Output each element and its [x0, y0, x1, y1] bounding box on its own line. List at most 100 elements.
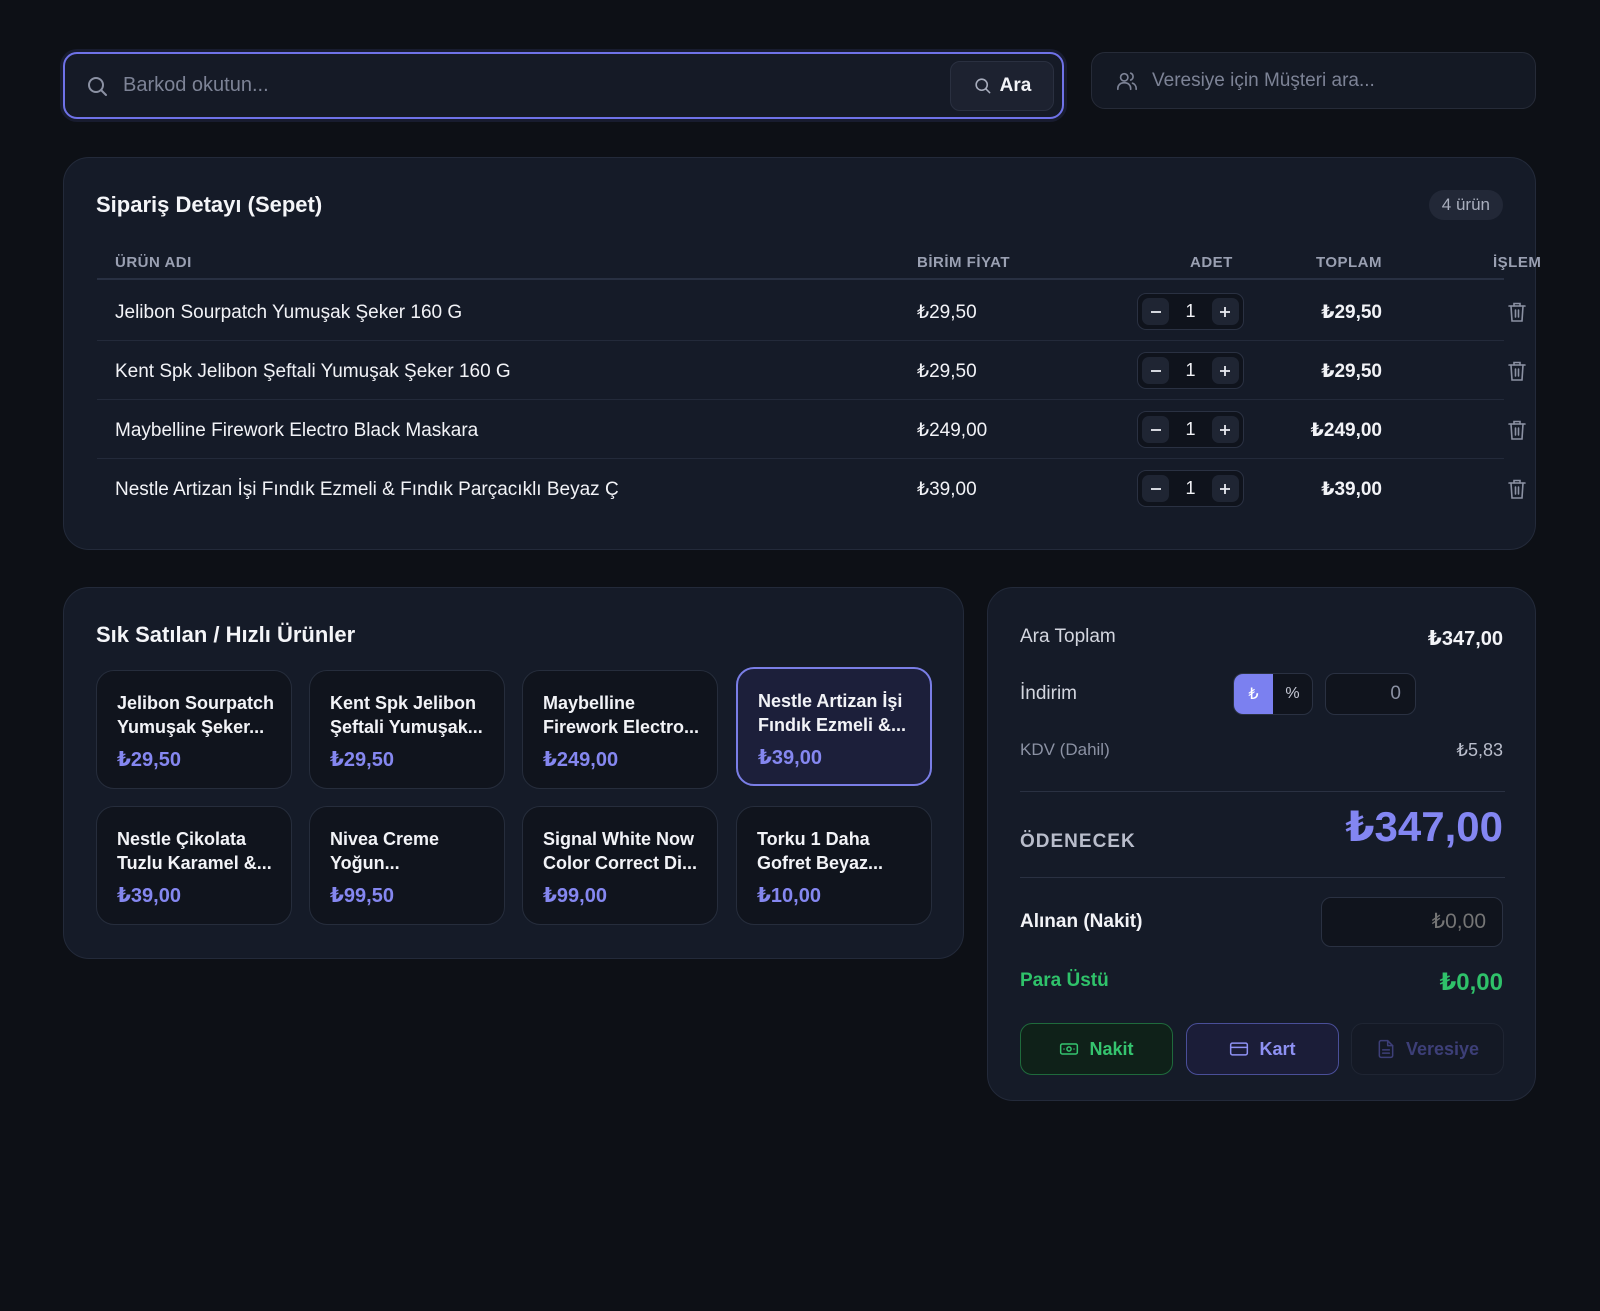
item-count-badge: 4 ürün — [1428, 190, 1503, 220]
customer-search-input[interactable] — [1152, 69, 1535, 92]
quick-product-price: ₺39,00 — [117, 885, 181, 907]
column-header-action: İŞLEM — [1493, 254, 1542, 271]
column-header-qty: ADET — [1190, 254, 1233, 271]
search-icon — [88, 76, 107, 96]
decrease-quantity-button[interactable] — [1142, 298, 1169, 325]
product-name: Jelibon Sourpatch Yumuşak Şeker 160 G — [115, 302, 463, 323]
quick-product-name: Signal White Now Color Correct Di... — [543, 829, 698, 873]
discount-label: İndirim — [1020, 683, 1078, 704]
amount-due-label: ÖDENECEK — [1020, 831, 1136, 852]
plus-icon — [1220, 424, 1231, 435]
search-button-label: Ara — [999, 74, 1032, 96]
product-name: Kent Spk Jelibon Şeftali Yumuşak Şeker 1… — [115, 361, 511, 382]
users-icon — [1117, 71, 1137, 90]
barcode-input[interactable] — [123, 74, 950, 97]
table-row: Jelibon Sourpatch Yumuşak Şeker 160 G ₺2… — [97, 282, 1526, 341]
barcode-search-box: Ara — [63, 52, 1064, 119]
increase-quantity-button[interactable] — [1211, 416, 1239, 443]
discount-currency-option[interactable]: ₺ — [1234, 674, 1273, 714]
increase-quantity-button[interactable] — [1211, 357, 1239, 384]
unit-price: ₺249,00 — [917, 420, 988, 441]
discount-input[interactable] — [1325, 673, 1416, 715]
tax-label: KDV (Dahil) — [1020, 740, 1110, 759]
tax-value: ₺5,83 — [1456, 740, 1504, 760]
change-label: Para Üstü — [1020, 970, 1109, 991]
quick-product-price: ₺10,00 — [757, 885, 821, 907]
quick-product-tile-selected[interactable]: Nestle Artizan İşi Fındık Ezmeli &... ₺3… — [736, 667, 932, 786]
unit-price: ₺29,50 — [917, 361, 977, 382]
pay-card-label: Kart — [1259, 1038, 1296, 1059]
search-icon — [975, 78, 991, 94]
cash-received-input[interactable] — [1321, 897, 1503, 947]
quick-product-tile[interactable]: Jelibon Sourpatch Yumuşak Şeker... ₺29,5… — [96, 670, 292, 789]
trash-icon[interactable] — [1507, 419, 1527, 441]
quantity-value: 1 — [1185, 419, 1196, 439]
quantity-value: 1 — [1185, 478, 1196, 498]
trash-icon[interactable] — [1507, 360, 1527, 382]
line-total: ₺29,50 — [1321, 361, 1382, 382]
product-name: Nestle Artizan İşi Fındık Ezmeli & Fındı… — [115, 479, 619, 500]
subtotal-value: ₺347,00 — [1427, 628, 1503, 650]
table-row: Maybelline Firework Electro Black Maskar… — [97, 400, 1526, 459]
line-total: ₺29,50 — [1321, 302, 1382, 323]
trash-icon[interactable] — [1507, 301, 1527, 323]
cash-received-label: Alınan (Nakit) — [1020, 911, 1143, 932]
quick-product-name: Nestle Çikolata Tuzlu Karamel &... — [117, 829, 272, 873]
pay-cash-label: Nakit — [1089, 1038, 1134, 1059]
decrease-quantity-button[interactable] — [1142, 357, 1169, 384]
quantity-stepper: 1 — [1137, 470, 1244, 507]
quick-product-tile[interactable]: Maybelline Firework Electro... ₺249,00 — [522, 670, 718, 789]
quick-product-name: Torku 1 Daha Gofret Beyaz... — [757, 829, 884, 873]
pay-credit-label: Veresiye — [1405, 1038, 1480, 1059]
column-header-unit-price: BİRİM FİYAT — [917, 254, 1011, 271]
table-row: Kent Spk Jelibon Şeftali Yumuşak Şeker 1… — [97, 341, 1526, 400]
minus-icon — [1150, 369, 1161, 372]
quantity-value: 1 — [1185, 360, 1196, 380]
quantity-stepper: 1 — [1137, 411, 1244, 448]
quick-product-tile[interactable]: Nivea Creme Yoğun... ₺99,50 — [309, 806, 505, 925]
quantity-value: 1 — [1185, 301, 1196, 321]
cart-title: Sipariş Detayı (Sepet) — [96, 192, 323, 217]
pay-card-button[interactable]: Kart — [1186, 1023, 1339, 1075]
plus-icon — [1220, 306, 1231, 317]
pay-credit-button[interactable]: Veresiye — [1351, 1023, 1504, 1075]
increase-quantity-button[interactable] — [1211, 298, 1239, 325]
quick-product-tile[interactable]: Kent Spk Jelibon Şeftali Yumuşak... ₺29,… — [309, 670, 505, 789]
quick-product-tile[interactable]: Torku 1 Daha Gofret Beyaz... ₺10,00 — [736, 806, 932, 925]
document-icon — [1378, 1039, 1394, 1059]
quick-product-tile[interactable]: Nestle Çikolata Tuzlu Karamel &... ₺39,0… — [96, 806, 292, 925]
discount-percent-option[interactable]: % — [1273, 674, 1312, 714]
quantity-stepper: 1 — [1137, 293, 1244, 330]
decrease-quantity-button[interactable] — [1142, 416, 1169, 443]
quick-product-price: ₺99,00 — [543, 885, 607, 907]
banknote-icon — [1060, 1043, 1079, 1055]
line-total: ₺249,00 — [1310, 420, 1382, 441]
quick-product-name: Nivea Creme Yoğun... — [330, 829, 440, 873]
quick-product-name: Jelibon Sourpatch Yumuşak Şeker... — [117, 693, 275, 737]
column-header-name: ÜRÜN ADI — [115, 254, 192, 271]
plus-icon — [1220, 483, 1231, 494]
cart-panel: Sipariş Detayı (Sepet) 4 ürün ÜRÜN ADI B… — [63, 157, 1541, 550]
decrease-quantity-button[interactable] — [1142, 475, 1169, 502]
pay-cash-button[interactable]: Nakit — [1020, 1023, 1173, 1075]
search-button[interactable]: Ara — [950, 60, 1054, 111]
credit-card-icon — [1230, 1042, 1249, 1056]
unit-price: ₺39,00 — [917, 479, 977, 500]
quick-product-tile[interactable]: Signal White Now Color Correct Di... ₺99… — [522, 806, 718, 925]
increase-quantity-button[interactable] — [1211, 475, 1239, 502]
minus-icon — [1150, 310, 1161, 313]
quick-products-title: Sık Satılan / Hızlı Ürünler — [96, 622, 356, 647]
quick-product-name: Nestle Artizan İşi Fındık Ezmeli &... — [758, 691, 907, 735]
quick-products-panel: Sık Satılan / Hızlı Ürünler Jelibon Sour… — [63, 587, 964, 959]
customer-search-box — [1091, 52, 1536, 109]
quick-product-name: Maybelline Firework Electro... — [543, 693, 700, 737]
quantity-stepper: 1 — [1137, 352, 1244, 389]
quick-product-price: ₺99,50 — [330, 885, 394, 907]
quick-product-name: Kent Spk Jelibon Şeftali Yumuşak... — [330, 693, 483, 737]
trash-icon[interactable] — [1507, 478, 1527, 500]
quick-product-price: ₺249,00 — [543, 749, 619, 771]
change-value: ₺0,00 — [1439, 969, 1503, 996]
line-total: ₺39,00 — [1321, 479, 1382, 500]
subtotal-label: Ara Toplam — [1020, 626, 1116, 647]
minus-icon — [1150, 428, 1161, 431]
